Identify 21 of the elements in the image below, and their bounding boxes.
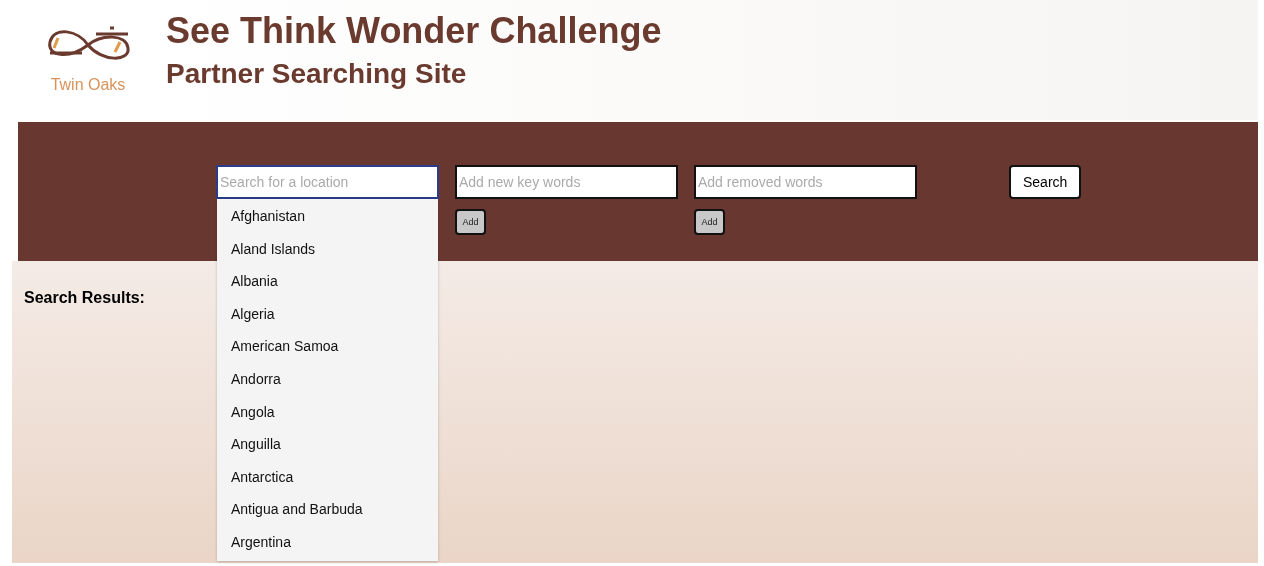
- add-button[interactable]: Add: [694, 209, 725, 235]
- location-option[interactable]: Albania: [217, 266, 438, 299]
- location-option[interactable]: Argentina: [217, 526, 438, 560]
- logo-text: Twin Oaks: [50, 76, 126, 94]
- add-button[interactable]: Add: [455, 209, 486, 235]
- location-option[interactable]: Anguilla: [217, 429, 438, 462]
- location-option[interactable]: Angola: [217, 396, 438, 430]
- keywords-field[interactable]: Add new key words: [455, 165, 678, 199]
- site-title: See Think Wonder Challenge: [166, 10, 662, 52]
- location-option[interactable]: Antarctica: [217, 461, 438, 495]
- location-search-field[interactable]: Search for a location: [216, 165, 439, 199]
- removed-words-field[interactable]: Add removed words: [694, 165, 917, 199]
- search-button[interactable]: Search: [1009, 165, 1082, 199]
- location-option[interactable]: Antigua and Barbuda: [217, 494, 438, 527]
- location-option[interactable]: Aland Islands: [217, 233, 438, 267]
- location-option[interactable]: Andorra: [217, 363, 438, 397]
- location-option[interactable]: Afghanistan: [217, 201, 438, 234]
- location-option[interactable]: American Samoa: [217, 331, 438, 364]
- results-heading: Search Results:: [24, 289, 145, 306]
- site-subtitle: Partner Searching Site: [166, 58, 468, 90]
- location-option[interactable]: Algeria: [217, 298, 438, 332]
